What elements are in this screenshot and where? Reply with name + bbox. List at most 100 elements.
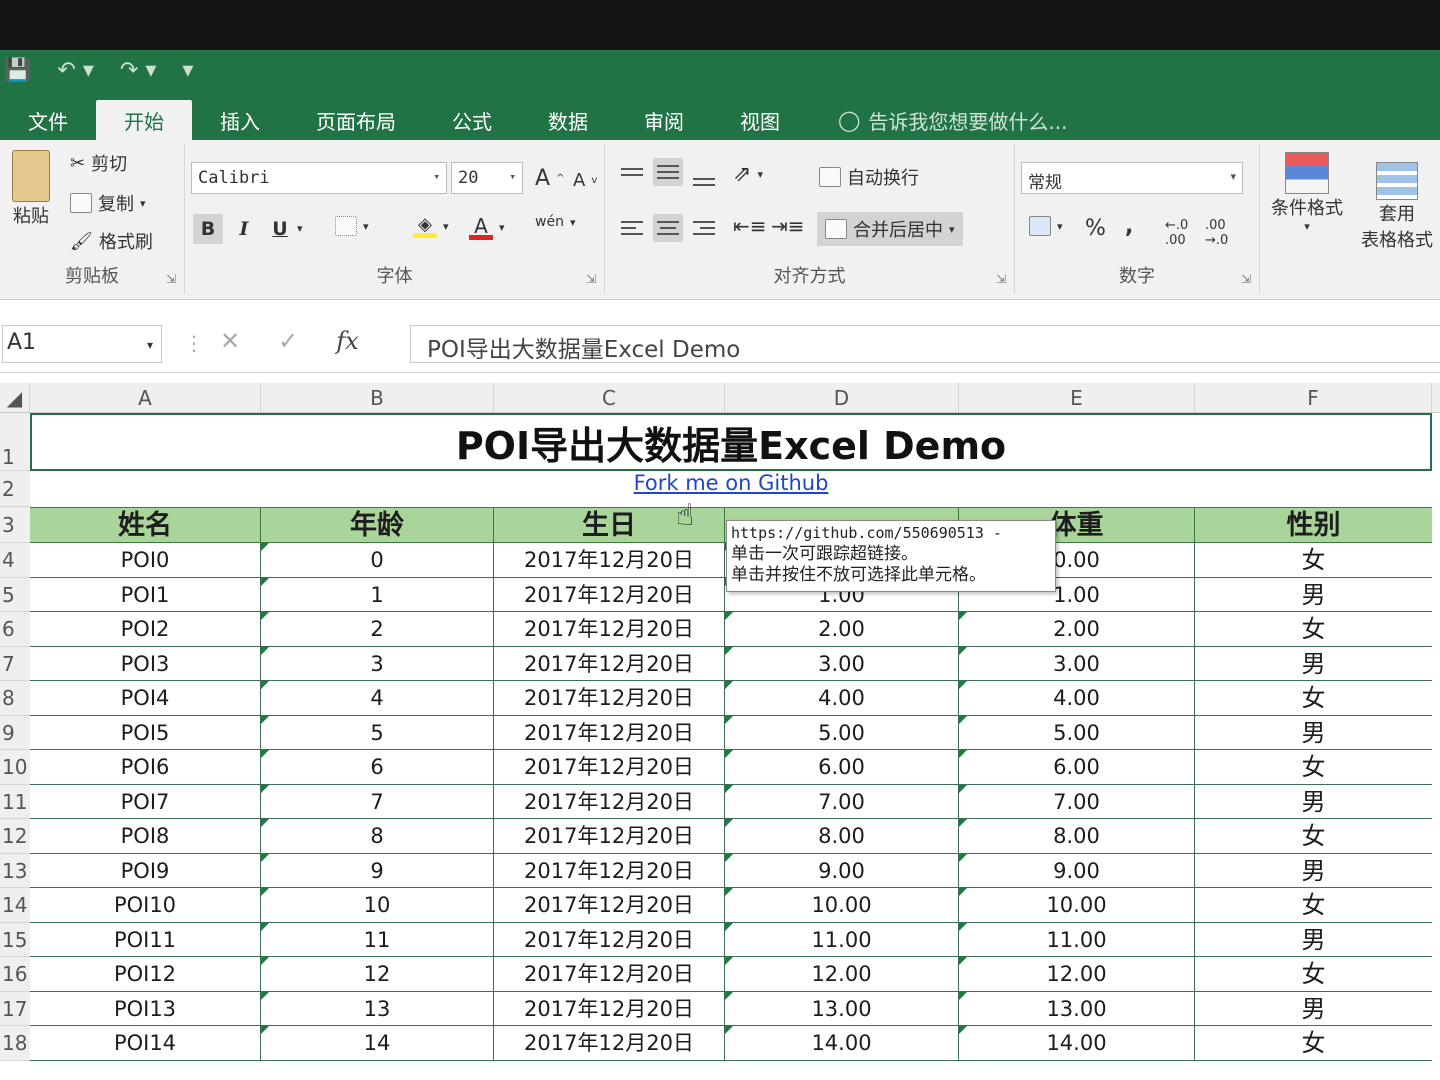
cell-height[interactable]: 10.00 <box>725 888 959 922</box>
cell-age[interactable]: 4 <box>261 681 494 715</box>
increase-indent-button[interactable]: ⇥≡ <box>771 214 805 238</box>
cell-height[interactable]: 14.00 <box>725 1026 959 1060</box>
align-bottom-button[interactable] <box>689 168 719 196</box>
cell-name[interactable]: POI5 <box>30 715 261 750</box>
wrap-text-button[interactable]: 自动换行 <box>819 164 919 190</box>
cell-name[interactable]: POI4 <box>30 681 261 715</box>
cell-age[interactable]: 9 <box>261 853 494 888</box>
merge-center-button[interactable]: 合并后居中 ▾ <box>817 212 963 246</box>
formula-input[interactable]: POI导出大数据量Excel Demo <box>410 325 1440 363</box>
cell-age[interactable]: 12 <box>261 957 494 991</box>
row-header[interactable]: 11 <box>0 784 30 819</box>
cell-age[interactable]: 13 <box>261 991 494 1026</box>
header-age[interactable]: 年龄 <box>261 508 494 544</box>
row-header[interactable]: 3 <box>0 507 30 543</box>
cell-gender[interactable]: 男 <box>1195 785 1432 819</box>
conditional-formatting-button[interactable]: 条件格式 ▾ <box>1262 152 1352 233</box>
row-header[interactable]: 2 <box>0 471 30 507</box>
cell-birthday[interactable]: 2017年12月20日 <box>494 681 725 715</box>
cell-birthday[interactable]: 2017年12月20日 <box>494 577 725 612</box>
cell-weight[interactable]: 7.00 <box>959 784 1195 819</box>
row-header[interactable]: 12 <box>0 819 30 854</box>
cell-birthday[interactable]: 2017年12月20日 <box>494 784 725 819</box>
cell-name[interactable]: POI2 <box>30 612 261 646</box>
column-header-a[interactable]: A <box>30 383 261 413</box>
cell-name[interactable]: POI13 <box>30 991 261 1026</box>
row-header[interactable]: 8 <box>0 681 30 716</box>
cell-weight[interactable]: 2.00 <box>959 612 1195 646</box>
link-cell[interactable]: Fork me on Github <box>30 471 1432 505</box>
cell-gender[interactable]: 男 <box>1195 992 1432 1026</box>
fill-color-button[interactable]: ◈ ▾ <box>413 214 449 238</box>
cell-name[interactable]: POI8 <box>30 819 261 853</box>
cell-birthday[interactable]: 2017年12月20日 <box>494 612 725 646</box>
tab-file[interactable]: 文件 <box>0 100 96 140</box>
cell-age[interactable]: 2 <box>261 612 494 646</box>
cell-name[interactable]: POI11 <box>30 922 261 957</box>
bold-button[interactable]: B <box>193 214 223 244</box>
font-name-select[interactable]: Calibri ▾ <box>191 162 447 194</box>
row-header[interactable]: 18 <box>0 1026 30 1061</box>
cell-name[interactable]: POI0 <box>30 543 261 577</box>
cell-gender[interactable]: 男 <box>1195 923 1432 957</box>
align-top-button[interactable] <box>617 158 647 186</box>
tab-home[interactable]: 开始 <box>96 100 192 140</box>
phonetic-button[interactable]: wén ▾ <box>535 214 575 230</box>
cell-weight[interactable]: 11.00 <box>959 922 1195 957</box>
cell-birthday[interactable]: 2017年12月20日 <box>494 543 725 577</box>
cell-name[interactable]: POI10 <box>30 888 261 922</box>
cell-weight[interactable]: 3.00 <box>959 646 1195 681</box>
cell-height[interactable]: 11.00 <box>725 922 959 957</box>
cell-birthday[interactable]: 2017年12月20日 <box>494 888 725 922</box>
cell-gender[interactable]: 女 <box>1195 543 1432 577</box>
row-header[interactable]: 13 <box>0 853 30 888</box>
cell-gender[interactable]: 女 <box>1195 957 1432 991</box>
cell-name[interactable]: POI1 <box>30 577 261 612</box>
cell-age[interactable]: 14 <box>261 1026 494 1060</box>
cell-gender[interactable]: 女 <box>1195 1026 1432 1060</box>
cell-age[interactable]: 10 <box>261 888 494 922</box>
italic-button[interactable]: I <box>229 214 259 244</box>
cell-height[interactable]: 7.00 <box>725 784 959 819</box>
cell-weight[interactable]: 9.00 <box>959 853 1195 888</box>
cancel-icon[interactable]: ✕ <box>220 327 240 355</box>
cell-gender[interactable]: 女 <box>1195 612 1432 646</box>
cell-age[interactable]: 6 <box>261 750 494 784</box>
cell-birthday[interactable]: 2017年12月20日 <box>494 646 725 681</box>
cell-age[interactable]: 5 <box>261 715 494 750</box>
row-header[interactable]: 4 <box>0 543 30 578</box>
cell-height[interactable]: 13.00 <box>725 991 959 1026</box>
sheet-title-cell[interactable]: POI导出大数据量Excel Demo <box>30 413 1432 471</box>
worksheet-grid[interactable]: ◢ A B C D E F 1 2 3 4 5 6 7 8 9 10 11 12 13 14 15 16… <box>0 383 1440 1080</box>
underline-dropdown[interactable]: ▾ <box>297 222 303 235</box>
github-link[interactable]: Fork me on Github <box>634 471 829 495</box>
shrink-font-button[interactable]: Av <box>573 170 597 191</box>
column-header-f[interactable]: F <box>1195 383 1432 413</box>
row-header[interactable]: 7 <box>0 646 30 681</box>
row-header[interactable]: 9 <box>0 715 30 750</box>
cell-gender[interactable]: 女 <box>1195 750 1432 784</box>
cell-weight[interactable]: 4.00 <box>959 681 1195 715</box>
cell-height[interactable]: 6.00 <box>725 750 959 784</box>
cell-name[interactable]: POI3 <box>30 646 261 681</box>
tab-view[interactable]: 视图 <box>712 100 808 140</box>
name-box[interactable]: A1 ▾ <box>2 325 162 363</box>
align-middle-button[interactable] <box>653 158 683 186</box>
row-header[interactable]: 16 <box>0 957 30 992</box>
accounting-format-button[interactable]: ▾ <box>1029 216 1063 236</box>
cut-button[interactable]: ✂ 剪切 <box>70 150 127 176</box>
column-header-e[interactable]: E <box>959 383 1195 413</box>
cell-gender[interactable]: 女 <box>1195 888 1432 922</box>
cell-gender[interactable]: 男 <box>1195 716 1432 750</box>
cell-gender[interactable]: 女 <box>1195 681 1432 715</box>
cell-height[interactable]: 5.00 <box>725 715 959 750</box>
customize-qat-icon[interactable]: ▾ <box>182 58 193 83</box>
cell-height[interactable]: 2.00 <box>725 612 959 646</box>
cell-birthday[interactable]: 2017年12月20日 <box>494 922 725 957</box>
row-header[interactable]: 1 <box>0 413 30 471</box>
cell-weight[interactable]: 8.00 <box>959 819 1195 853</box>
row-header[interactable]: 5 <box>0 577 30 612</box>
paste-button[interactable]: 粘贴 <box>6 150 56 228</box>
cell-height[interactable]: 3.00 <box>725 646 959 681</box>
select-all-corner[interactable]: ◢ <box>0 383 30 413</box>
